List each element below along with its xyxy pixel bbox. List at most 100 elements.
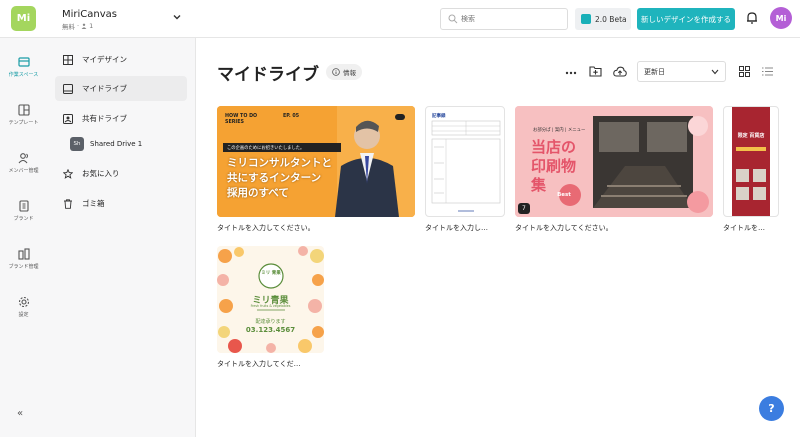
rail-item-brand-manage[interactable]: ブランド管理 (0, 242, 47, 282)
help-button[interactable]: ? (759, 396, 784, 421)
shared-drive-icon (63, 113, 73, 124)
left-rail: 作業スペース テンプレート メンバー管理 ブランド ブランド管理 設定 « (0, 38, 47, 437)
design-card[interactable]: HOW TO DO SERIES EP. 05 この企画のためにお招きいたしまし… (217, 106, 415, 234)
thumbnail-label: 限定 百貨店 (737, 133, 765, 139)
rail-item-brand[interactable]: ブランド (0, 194, 47, 234)
my-drive-icon (63, 83, 73, 94)
grid-view-icon[interactable] (739, 66, 750, 77)
beta-button[interactable]: 2.0 Beta (575, 8, 631, 30)
info-label: 情報 (343, 69, 356, 77)
workspace-name[interactable]: MiriCanvas (62, 9, 117, 20)
thumbnail-phone: 03.123.4567 (245, 326, 296, 334)
new-folder-icon[interactable] (589, 65, 602, 77)
sidebar-item-trash[interactable]: ゴミ箱 (55, 191, 187, 216)
card-title[interactable]: タイトルを入力してくだ… (217, 359, 301, 369)
info-button[interactable]: 情報 (326, 64, 362, 80)
main-content: マイドライブ 情報 更新日 HOW TO DO SERIES EP. 05 この… (196, 38, 800, 437)
chevron-down-icon[interactable] (171, 11, 183, 23)
thumbnail-kicker-line: SERIES (225, 120, 244, 125)
rail-label: テンプレート (8, 120, 39, 126)
rail-item-workspace[interactable]: 作業スペース (0, 50, 47, 90)
upload-icon[interactable] (613, 66, 627, 77)
card-title[interactable]: タイトルを入力してください。 (515, 223, 613, 233)
shared-drive-name: Shared Drive 1 (90, 140, 143, 148)
members-icon (18, 153, 28, 164)
template-icon (17, 104, 30, 116)
sidebar-item-label: お気に入り (82, 169, 120, 178)
sort-label: 更新日 (644, 67, 665, 76)
card-title[interactable]: タイトルを入力し… (425, 223, 488, 233)
thumbnail-top-text: お部分ぱ | 案内 | メニュー (533, 128, 586, 133)
members-small-icon: · (77, 22, 80, 30)
page-title: マイドライブ (217, 65, 319, 85)
beta-label: 2.0 Beta (595, 14, 627, 24)
bell-icon[interactable] (745, 11, 759, 25)
sidebar-item-label: マイデザイン (82, 55, 127, 64)
thumbnail-badge: Best (557, 191, 571, 198)
thumbnail-art (431, 120, 501, 212)
workspace-avatar[interactable]: Mi (11, 6, 36, 31)
rail-label: 設定 (18, 312, 29, 318)
thumbnail-banner: この企画のためにお招きいたしました。 (223, 143, 341, 152)
design-card[interactable]: 限定 百貨店 タイトルを… (723, 106, 779, 234)
search-icon (448, 14, 458, 24)
thumbnail-delivery: 配達承ります (255, 319, 286, 325)
thumbnail-headline-line: 共にするインターン (227, 172, 322, 184)
design-card[interactable]: 記事録 タイトルを入力し… (425, 106, 505, 234)
shared-drive-1[interactable]: Sh Shared Drive 1 (70, 135, 142, 153)
search-box[interactable] (440, 8, 568, 30)
thumbnail-kicker: HOW TO DO SERIES (225, 114, 257, 126)
design-thumbnail[interactable]: 限定 百貨店 (723, 106, 779, 217)
collapse-rail-button[interactable]: « (17, 408, 23, 419)
thumbnail-headline: ミリコンサルタントと 共にするインターン 採用のすべて (227, 156, 332, 201)
design-thumbnail[interactable]: HOW TO DO SERIES EP. 05 この企画のためにお招きいたしまし… (217, 106, 415, 217)
workspace-icon (17, 57, 30, 67)
rail-label: 作業スペース (8, 72, 39, 78)
thumbnail-logo: ミリ 青果 (261, 271, 281, 276)
chevron-down-icon (711, 69, 719, 75)
top-header: Mi MiriCanvas 無料 · 1 2.0 Beta 新しいデザインを作成… (0, 0, 800, 38)
brand-icon (18, 200, 29, 212)
search-input[interactable] (461, 11, 561, 27)
create-design-button[interactable]: 新しいデザインを作成する (637, 8, 735, 30)
design-card[interactable]: ミリ 青果 ミリ青果 Fresh fruits & vegetables 配達承… (217, 246, 324, 376)
workspace-plan: 無料 · 1 (62, 21, 93, 31)
thumbnail-headline-line: 当店の (531, 138, 577, 156)
user-avatar[interactable]: Mi (770, 7, 792, 29)
star-icon (63, 168, 73, 179)
thumbnail-headline-line: 採用のすべて (227, 187, 289, 199)
thumbnail-art (732, 107, 770, 216)
design-thumbnail[interactable]: 記事録 (425, 106, 505, 217)
sidebar-item-my-design[interactable]: マイデザイン (55, 47, 187, 72)
card-title[interactable]: タイトルを入力してください。 (217, 223, 315, 233)
thumbnail-shop-sub: Fresh fruits & vegetables (250, 304, 291, 308)
thumbnail-headline-line: ミリコンサルタントと (227, 157, 332, 169)
sidebar-item-label: マイドライブ (82, 84, 127, 93)
thumbnail-headline-line: 印刷物 (531, 157, 577, 175)
settings-icon (18, 296, 29, 308)
question-icon: ? (768, 402, 775, 415)
sidebar-item-my-drive[interactable]: マイドライブ (55, 76, 187, 101)
person-icon (81, 23, 87, 29)
design-thumbnail[interactable]: お部分ぱ | 案内 | メニュー 当店の 印刷物 集 Best 7 (515, 106, 713, 217)
plan-label: 無料 (62, 23, 75, 31)
sidebar-item-favorites[interactable]: お気に入り (55, 161, 187, 186)
thumbnail-episode: EP. 05 (283, 114, 300, 119)
rail-item-members[interactable]: メンバー管理 (0, 146, 47, 186)
list-view-icon[interactable] (762, 67, 773, 76)
beta-icon (581, 14, 591, 24)
rail-label: ブランド (13, 216, 34, 222)
sidebar-item-label: 共有ドライブ (82, 114, 127, 123)
card-title[interactable]: タイトルを… (723, 223, 765, 233)
sort-select[interactable]: 更新日 (637, 61, 726, 82)
design-thumbnail[interactable]: ミリ 青果 ミリ青果 Fresh fruits & vegetables 配達承… (217, 246, 324, 353)
rail-item-settings[interactable]: 設定 (0, 290, 47, 330)
app-root: Mi MiriCanvas 無料 · 1 2.0 Beta 新しいデザインを作成… (0, 0, 800, 437)
design-card[interactable]: お部分ぱ | 案内 | メニュー 当店の 印刷物 集 Best 7 タイトルを入… (515, 106, 713, 234)
thumbnail-headline: 当店の 印刷物 集 (531, 138, 576, 195)
sidebar-item-shared-drive[interactable]: 共有ドライブ (55, 106, 187, 131)
rail-item-template[interactable]: テンプレート (0, 98, 47, 138)
more-icon[interactable] (565, 71, 577, 75)
shared-drive-badge: Sh (70, 137, 84, 151)
page-count-badge: 7 (518, 203, 530, 214)
